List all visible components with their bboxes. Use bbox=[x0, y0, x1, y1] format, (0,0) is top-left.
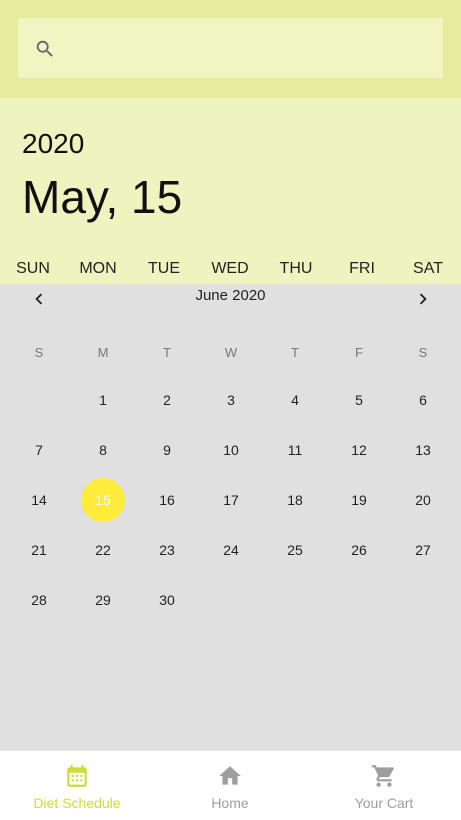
day-of-week-label: S bbox=[34, 345, 44, 360]
week-strip: SUN MON TUE WED THU FRI SAT bbox=[0, 260, 461, 284]
calendar-day[interactable]: 30 bbox=[145, 578, 189, 622]
nav-home[interactable]: Home bbox=[153, 751, 307, 820]
week-strip-day: FRI bbox=[349, 260, 375, 277]
calendar-day[interactable]: 11 bbox=[273, 428, 317, 472]
calendar-day[interactable]: 25 bbox=[273, 528, 317, 572]
nav-label: Your Cart bbox=[354, 795, 414, 811]
day-of-week-label: W bbox=[224, 345, 238, 360]
selected-date[interactable]: May, 15 bbox=[22, 170, 182, 224]
calendar-day[interactable]: 28 bbox=[17, 578, 61, 622]
calendar-day[interactable]: 1 bbox=[81, 378, 125, 422]
calendar-day[interactable]: 4 bbox=[273, 378, 317, 422]
calendar-day[interactable]: 10 bbox=[209, 428, 253, 472]
day-of-week-label: S bbox=[418, 345, 428, 360]
search-icon bbox=[36, 40, 53, 57]
week-strip-day: WED bbox=[211, 260, 249, 277]
search-bar[interactable] bbox=[18, 18, 443, 78]
calendar-day[interactable]: 26 bbox=[337, 528, 381, 572]
calendar-day[interactable]: 22 bbox=[81, 528, 125, 572]
calendar-day[interactable]: 6 bbox=[401, 378, 445, 422]
next-month-icon[interactable] bbox=[412, 288, 434, 310]
week-strip-day: SAT bbox=[413, 260, 443, 277]
calendar-day[interactable]: 7 bbox=[17, 428, 61, 472]
day-of-week-label: T bbox=[163, 345, 171, 360]
calendar-day[interactable]: 27 bbox=[401, 528, 445, 572]
calendar-day[interactable]: 14 bbox=[17, 478, 61, 522]
week-strip-day: TUE bbox=[148, 260, 180, 277]
bottom-navigation: Diet Schedule Home Your Cart bbox=[0, 750, 461, 820]
top-app-bar bbox=[0, 0, 461, 98]
day-of-week-label: F bbox=[355, 345, 363, 360]
calendar-day[interactable]: 23 bbox=[145, 528, 189, 572]
selected-year[interactable]: 2020 bbox=[22, 128, 84, 160]
calendar-day[interactable]: 17 bbox=[209, 478, 253, 522]
calendar-day[interactable]: 2 bbox=[145, 378, 189, 422]
calendar-day[interactable]: 3 bbox=[209, 378, 253, 422]
search-input[interactable] bbox=[70, 28, 434, 70]
week-strip-day: MON bbox=[79, 260, 117, 277]
calendar-day[interactable]: 12 bbox=[337, 428, 381, 472]
calendar-day[interactable]: 24 bbox=[209, 528, 253, 572]
calendar-day[interactable]: 5 bbox=[337, 378, 381, 422]
nav-your-cart[interactable]: Your Cart bbox=[307, 751, 461, 820]
calendar-day[interactable]: 21 bbox=[17, 528, 61, 572]
cart-icon bbox=[372, 765, 394, 787]
month-title: June 2020 bbox=[195, 287, 266, 304]
day-of-week-label: T bbox=[291, 345, 299, 360]
calendar-day-selected[interactable]: 15 bbox=[81, 478, 125, 522]
week-strip-day: THU bbox=[279, 260, 313, 277]
calendar-view: June 2020 S M T W T F S 1 2 3 4 5 6 7 8 9 10 11 12 1… bbox=[0, 284, 461, 750]
calendar-day[interactable]: 8 bbox=[81, 428, 125, 472]
day-of-week-label: M bbox=[97, 345, 109, 360]
calendar-day[interactable]: 19 bbox=[337, 478, 381, 522]
nav-label: Home bbox=[211, 795, 249, 811]
nav-label: Diet Schedule bbox=[33, 795, 121, 811]
calendar-day[interactable]: 29 bbox=[81, 578, 125, 622]
date-header: 2020 May, 15 SUN MON TUE WED THU FRI SAT bbox=[0, 98, 461, 284]
calendar-day[interactable]: 18 bbox=[273, 478, 317, 522]
calendar-day[interactable]: 20 bbox=[401, 478, 445, 522]
week-strip-day: SUN bbox=[16, 260, 50, 277]
nav-diet-schedule[interactable]: Diet Schedule bbox=[0, 751, 154, 820]
calendar-day[interactable]: 16 bbox=[145, 478, 189, 522]
calendar-icon bbox=[67, 765, 87, 787]
home-icon bbox=[219, 766, 241, 785]
calendar-day[interactable]: 13 bbox=[401, 428, 445, 472]
calendar-day[interactable]: 9 bbox=[145, 428, 189, 472]
